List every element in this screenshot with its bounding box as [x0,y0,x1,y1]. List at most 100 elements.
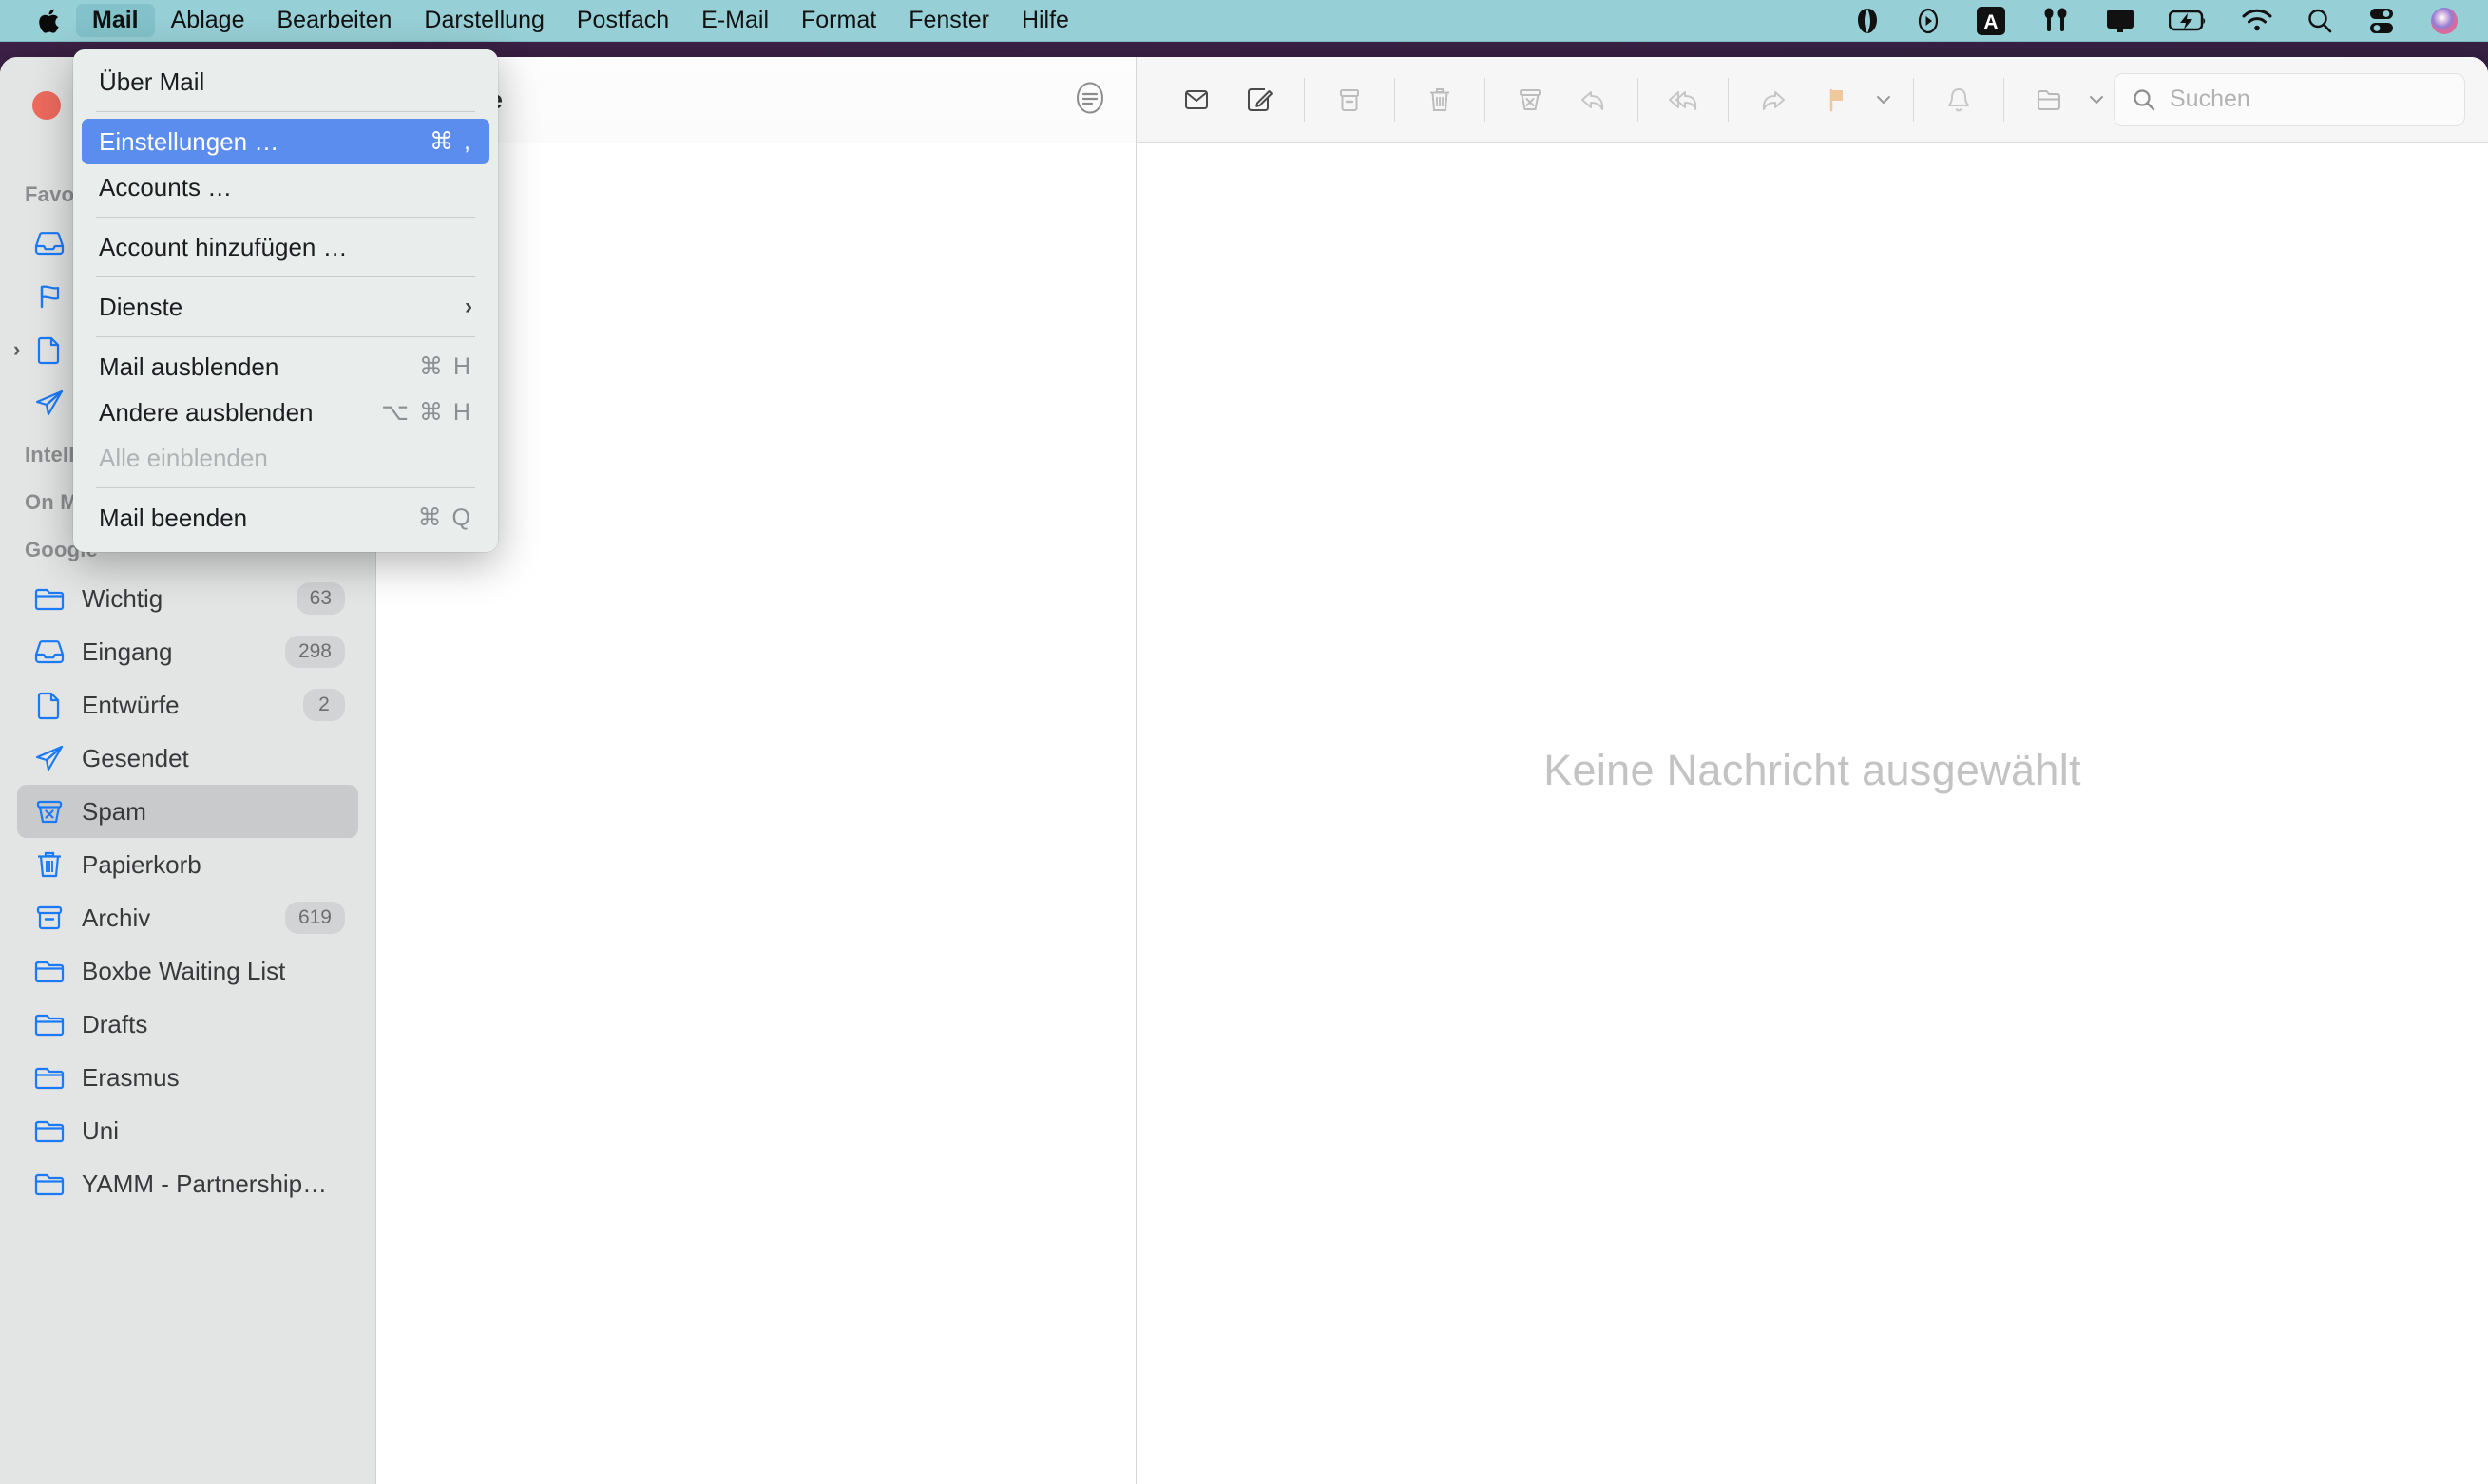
keyboard-input-a-icon[interactable]: A [1975,5,2007,37]
sidebar-item-papierkorb[interactable]: Papierkorb [17,838,358,891]
control-center-icon[interactable] [2366,7,2397,35]
sidebar-item-label: Gesendet [82,743,189,772]
apple-logo-icon[interactable] [36,6,63,36]
menu-item-label: Dienste [99,292,183,321]
siri-icon[interactable] [2429,6,2459,36]
menu-item-mail-beenden[interactable]: Mail beenden ⌘ Q [82,495,489,541]
menu-bar-item-mail[interactable]: Mail [76,4,155,37]
menu-bar-status-items: A [1853,5,2488,37]
empty-state: Keine Nachricht ausgewählt [1137,57,2488,1484]
sidebar-item-unread-badge: 2 [303,689,345,721]
submenu-chevron-right-icon: › [465,294,472,319]
sidebar-item-label: Entwürfe [82,690,180,719]
sidebar-item-boxbe-waiting-list[interactable]: Boxbe Waiting List [17,944,358,998]
folder-icon [30,582,68,615]
menu-bar: Mail Ablage Bearbeiten Darstellung Postfach E… [0,0,2488,42]
window-traffic-lights [32,91,61,120]
menu-separator [96,487,475,488]
flag-icon [30,280,68,313]
sidebar-item-gesendet[interactable]: Gesendet [17,732,358,785]
menu-item-andere-ausblenden[interactable]: Andere ausblenden ⌥ ⌘ H [82,390,489,435]
sidebar-item-archiv[interactable]: Archiv 619 [17,891,358,944]
menu-item-einstellungen[interactable]: Einstellungen … ⌘ , [82,119,489,164]
menu-separator [96,276,475,277]
menu-bar-item-format[interactable]: Format [785,4,892,37]
menu-item-account-hinzufügen[interactable]: Account hinzufügen … [82,224,489,270]
menu-bar-item-e-mail[interactable]: E-Mail [685,4,785,37]
folder-icon [30,1061,68,1094]
drafts-document-icon [30,689,68,721]
sidebar-item-label: Archiv [82,903,151,932]
menu-item-alle-einblenden: Alle einblenden [82,435,489,481]
svg-text:A: A [1983,11,1998,33]
junk-bin-icon [30,795,68,828]
sidebar-item-yamm-partnership[interactable]: YAMM - Partnership… [17,1157,358,1210]
sidebar-item-eingang[interactable]: Eingang 298 [17,625,358,678]
menu-item-accounts[interactable]: Accounts … [82,164,489,210]
menu-item-label: Alle einblenden [99,443,268,472]
sidebar-item-unread-badge: 619 [284,902,345,934]
sidebar-item-label: Boxbe Waiting List [82,956,286,985]
menu-separator [96,336,475,337]
menu-item-shortcut: ⌥ ⌘ H [381,399,472,426]
menu-item-mail-ausblenden[interactable]: Mail ausblenden ⌘ H [82,344,489,390]
menu-bar-item-hilfe[interactable]: Hilfe [1005,4,1085,37]
menu-separator [96,217,475,218]
sidebar-item-erasmus[interactable]: Erasmus [17,1051,358,1104]
menu-bar-item-fenster[interactable]: Fenster [892,4,1005,37]
folder-icon [30,1008,68,1040]
empty-state-text: Keine Nachricht ausgewählt [1543,746,2081,794]
inbox-icon [30,227,68,259]
message-content-pane: Suchen Keine Nachricht ausgewählt [1137,57,2488,1484]
disclosure-chevron-right-icon[interactable]: › [13,337,20,362]
sidebar-item-uni[interactable]: Uni [17,1104,358,1157]
sidebar-item-label: Spam [82,796,146,826]
inbox-icon [30,636,68,668]
sidebar-item-drafts[interactable]: Drafts [17,998,358,1051]
sidebar-item-unread-badge: 63 [296,582,345,615]
sidebar-item-label: Papierkorb [82,849,201,879]
menu-bar-items: Mail Ablage Bearbeiten Darstellung Postfach E… [76,4,1085,37]
play-circle-icon[interactable] [1914,7,1943,35]
sidebar-item-unread-badge: 298 [284,636,345,668]
close-window-button[interactable] [32,91,61,120]
trash-icon [30,848,68,881]
menu-item-label: Account hinzufügen … [99,232,348,261]
menu-bar-item-bearbeiten[interactable]: Bearbeiten [260,4,408,37]
screen-mirroring-icon[interactable] [2104,7,2136,35]
menu-bar-item-darstellung[interactable]: Darstellung [408,4,560,37]
wifi-icon[interactable] [2241,9,2273,33]
folder-icon [30,1114,68,1147]
spotlight-search-icon[interactable] [2306,7,2334,35]
menu-item-label: Accounts … [99,172,233,201]
archive-box-icon [30,902,68,934]
sort-filter-icon[interactable] [1073,81,1107,120]
folder-icon [30,1168,68,1200]
menu-item-über-mail[interactable]: Über Mail [82,59,489,105]
menu-bar-item-postfach[interactable]: Postfach [561,4,685,37]
menu-item-label: Mail ausblenden [99,352,279,381]
menu-item-label: Einstellungen … [99,126,279,156]
location-arrow-icon[interactable] [1853,7,1882,35]
sent-paperplane-icon [30,387,68,419]
folder-icon [30,955,68,987]
mail-app-menu-dropdown: Über Mail Einstellungen … ⌘ , Accounts … Acc… [73,49,498,552]
menu-item-dienste[interactable]: Dienste › [82,284,489,330]
sent-paperplane-icon [30,742,68,774]
sidebar-item-entw-rfe[interactable]: Entwürfe 2 [17,678,358,732]
sidebar-item-spam[interactable]: Spam [17,785,358,838]
sidebar-item-label: YAMM - Partnership… [82,1169,328,1198]
menu-item-label: Andere ausblenden [99,397,314,427]
menu-item-label: Über Mail [99,67,205,96]
drafts-document-icon [30,333,68,366]
battery-charging-icon[interactable] [2169,9,2209,33]
menu-item-label: Mail beenden [99,503,248,532]
menu-item-shortcut: ⌘ , [430,128,472,155]
sidebar-item-label: Uni [82,1115,120,1145]
sidebar-item-wichtig[interactable]: Wichtig 63 [17,572,358,625]
airpods-icon[interactable] [2039,7,2072,35]
menu-item-shortcut: ⌘ H [419,353,472,380]
sidebar-item-label: Eingang [82,637,173,666]
menu-bar-item-ablage[interactable]: Ablage [155,4,261,37]
menu-item-shortcut: ⌘ Q [417,504,472,531]
